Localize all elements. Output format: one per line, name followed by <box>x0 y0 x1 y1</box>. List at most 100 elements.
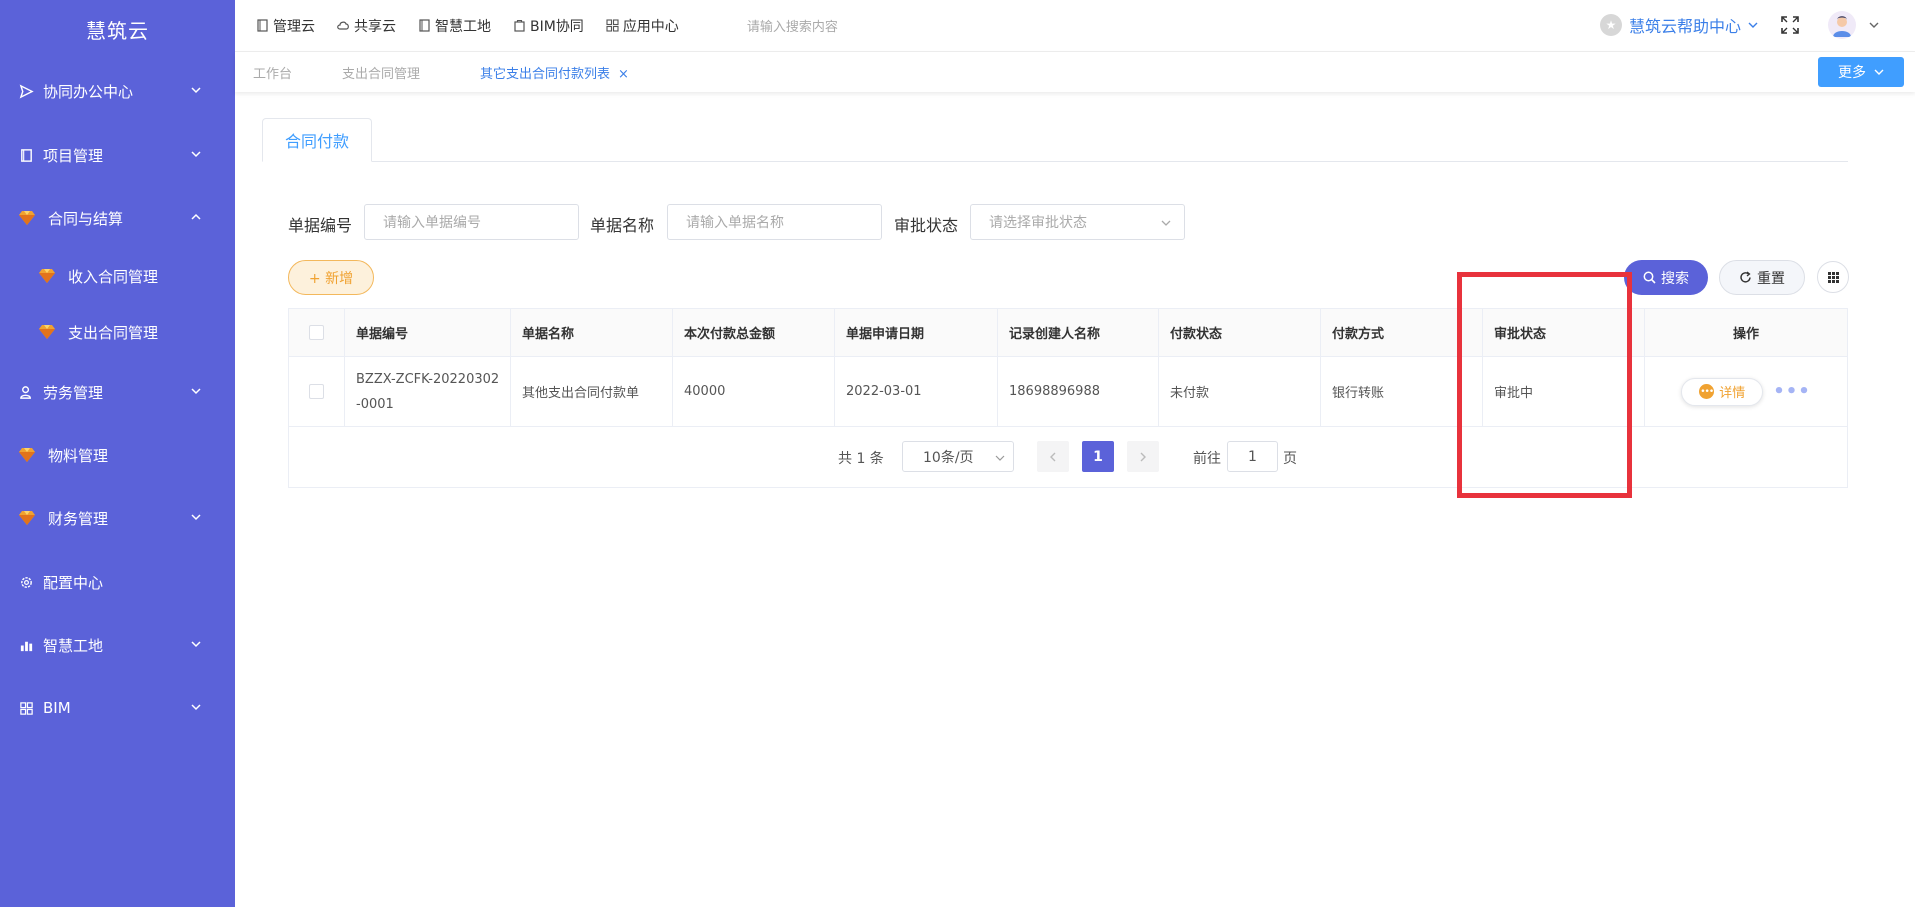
column-header: 付款方式 <box>1321 309 1483 356</box>
reset-button[interactable]: 重置 <box>1719 260 1805 295</box>
sidebar-item-material[interactable]: 物料管理 <box>0 435 235 475</box>
sidebar-item-collab-office[interactable]: 协同办公中心 <box>0 71 235 111</box>
sidebar-item-label: 合同与结算 <box>48 209 124 228</box>
nav-app-center[interactable]: 应用中心 <box>606 16 679 36</box>
chevron-down-icon[interactable] <box>1868 19 1880 31</box>
status-filter-select[interactable]: 请选择审批状态 <box>970 204 1185 240</box>
column-settings-button[interactable] <box>1817 261 1849 293</box>
sidebar-item-finance[interactable]: 财务管理 <box>0 498 235 538</box>
name-filter-label: 单据名称 <box>590 216 655 235</box>
search-button[interactable]: 搜索 <box>1624 260 1708 295</box>
chevron-down-icon <box>191 704 201 711</box>
bar-chart-icon <box>18 637 34 653</box>
chevron-down-icon <box>191 87 201 94</box>
column-header: 本次付款总金额 <box>673 309 835 356</box>
sidebar-item-label: 智慧工地 <box>43 636 104 655</box>
more-button[interactable]: 更多 <box>1818 57 1904 87</box>
table-row: BZZX-ZCFK-20220302 -0001 其他支出合同付款单 40000… <box>289 357 1847 427</box>
top-header: 管理云 共享云 智慧工地 BIM协同 应用中心 请输入搜索内容 ★ 慧筑云帮助中… <box>235 0 1915 52</box>
page-tabs-bar: 工作台 支出合同管理 其它支出合同付款列表 × 更多 <box>235 52 1915 92</box>
page-number-button[interactable]: 1 <box>1082 441 1114 472</box>
sidebar-item-income-contract[interactable]: 收入合同管理 <box>0 256 235 296</box>
nav-label: 共享云 <box>354 18 396 35</box>
sidebar-item-expense-contract[interactable]: 支出合同管理 <box>0 312 235 352</box>
code-filter-input[interactable]: 请输入单据编号 <box>364 204 579 240</box>
column-header: 操作 <box>1732 327 1759 342</box>
sidebar-item-label: 物料管理 <box>48 446 109 465</box>
chevron-down-icon <box>191 151 201 158</box>
sidebar-item-label: 收入合同管理 <box>68 267 159 286</box>
page-size-value: 10条/页 <box>923 449 974 466</box>
column-header: 单据编号 <box>345 309 511 356</box>
tab-other-expense-payment-list[interactable]: 其它支出合同付款列表 × <box>480 63 629 82</box>
close-icon[interactable]: × <box>618 67 629 82</box>
code-line: BZZX-ZCFK-20220302 <box>356 371 500 387</box>
goto-prefix: 前往 <box>1193 451 1221 467</box>
cell-date: 2022-03-01 <box>835 357 998 426</box>
pagination-total: 共 1 条 <box>838 451 884 467</box>
help-center-label: 慧筑云帮助中心 <box>1628 17 1741 36</box>
cloud-icon <box>337 21 349 30</box>
chevron-down-icon <box>191 514 201 521</box>
sidebar-item-smart-site[interactable]: 智慧工地 <box>0 625 235 665</box>
goto-suffix: 页 <box>1283 451 1297 467</box>
nav-management-cloud[interactable]: 管理云 <box>256 16 315 36</box>
tab-expense-contract[interactable]: 支出合同管理 <box>342 63 420 82</box>
document-icon <box>419 19 430 32</box>
more-actions-icon[interactable]: ••• <box>1773 381 1811 402</box>
gear-icon <box>18 574 34 590</box>
tab-label: 其它支出合同付款列表 <box>480 67 611 82</box>
chevron-down-icon <box>191 641 201 648</box>
tab-contract-payment[interactable]: 合同付款 <box>262 118 372 162</box>
table-header: 单据编号 单据名称 本次付款总金额 单据申请日期 记录创建人名称 付款状态 付款… <box>289 309 1847 357</box>
sidebar: 慧筑云 协同办公中心 项目管理 合同与结算 收入合同管理 支出合同管理 劳务管理… <box>0 0 235 907</box>
brand-title: 慧筑云 <box>86 18 149 43</box>
cell-creator: 18698896988 <box>998 357 1159 426</box>
chevron-up-icon <box>191 213 201 220</box>
detail-button[interactable]: ••• 详情 <box>1681 377 1764 406</box>
cell-code: BZZX-ZCFK-20220302 -0001 <box>345 357 511 426</box>
avatar[interactable] <box>1828 11 1856 39</box>
nav-smart-site[interactable]: 智慧工地 <box>418 16 491 36</box>
code-filter-label: 单据编号 <box>288 216 353 235</box>
sidebar-item-config[interactable]: 配置中心 <box>0 562 235 602</box>
name-filter-input[interactable]: 请输入单据名称 <box>667 204 882 240</box>
prev-page-button[interactable] <box>1037 441 1069 472</box>
sidebar-item-contract-settlement[interactable]: 合同与结算 <box>0 198 235 238</box>
nav-label: 智慧工地 <box>435 18 491 35</box>
cell-approval-status: 审批中 <box>1483 357 1645 426</box>
help-center-link[interactable]: ★ 慧筑云帮助中心 <box>1599 13 1759 37</box>
next-page-button[interactable] <box>1127 441 1159 472</box>
sidebar-item-label: 协同办公中心 <box>43 82 134 101</box>
goto-page-input[interactable]: 1 <box>1227 441 1278 472</box>
nav-share-cloud[interactable]: 共享云 <box>337 16 396 36</box>
divider <box>262 161 1848 162</box>
gem-icon <box>19 448 35 462</box>
fullscreen-icon[interactable] <box>1780 15 1800 35</box>
add-button[interactable]: + 新增 <box>288 260 374 295</box>
code-text: BZZX-ZCFK-20220302 -0001 <box>356 367 499 417</box>
grid-icon <box>18 700 34 716</box>
bag-icon <box>514 19 525 32</box>
nav-label: BIM协同 <box>530 18 584 35</box>
sidebar-item-project[interactable]: 项目管理 <box>0 135 235 175</box>
column-header: 记录创建人名称 <box>998 309 1159 356</box>
tab-workbench[interactable]: 工作台 <box>253 63 292 82</box>
chevron-left-icon <box>1050 452 1056 461</box>
global-search-input[interactable]: 请输入搜索内容 <box>747 16 838 35</box>
nav-bim-collab[interactable]: BIM协同 <box>513 16 584 36</box>
column-header: 审批状态 <box>1483 309 1645 356</box>
sidebar-item-bim[interactable]: BIM <box>0 688 235 728</box>
refresh-icon <box>1740 271 1751 283</box>
cell-amount: 40000 <box>673 357 835 426</box>
page-size-select[interactable]: 10条/页 <box>902 441 1014 472</box>
user-icon <box>18 384 34 400</box>
cell-actions: ••• 详情 ••• <box>1645 357 1847 426</box>
sidebar-item-label: 支出合同管理 <box>68 323 159 342</box>
row-checkbox[interactable] <box>309 384 324 399</box>
select-all-checkbox[interactable] <box>309 325 324 340</box>
chevron-down-icon <box>191 388 201 395</box>
status-filter-placeholder: 请选择审批状态 <box>989 215 1087 231</box>
document-icon <box>257 19 268 32</box>
sidebar-item-labor[interactable]: 劳务管理 <box>0 372 235 412</box>
